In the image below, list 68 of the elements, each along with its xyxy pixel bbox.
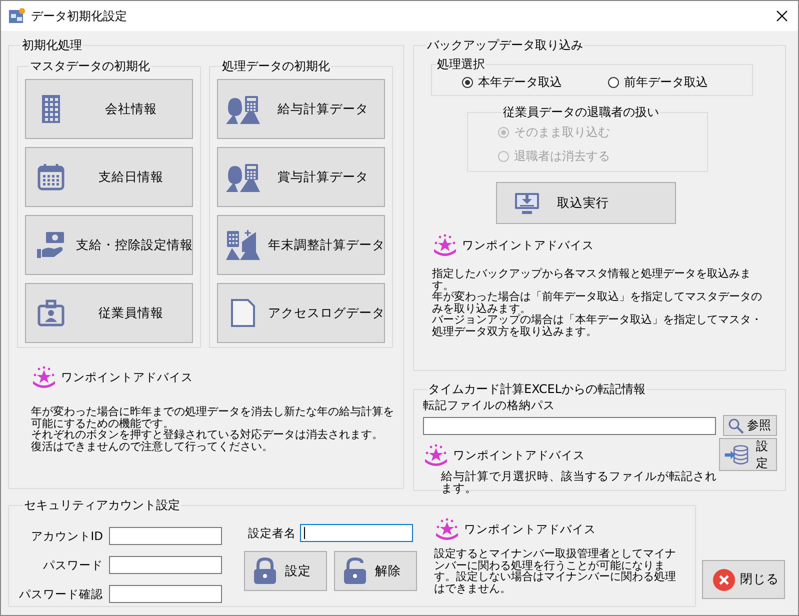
init-button[interactable]: 支給・控除設定情報	[25, 215, 193, 275]
money-bags-icon	[226, 162, 260, 192]
group-title: セキュリティアカウント設定	[23, 497, 181, 514]
group-title: バックアップデータ取り込み	[426, 37, 584, 54]
init-button[interactable]: アクセスログデータ	[217, 283, 385, 343]
close-icon	[713, 568, 735, 590]
browse-button[interactable]: 参照	[723, 415, 777, 436]
init-button[interactable]: 給与計算データ	[217, 79, 385, 139]
input-field[interactable]	[300, 524, 413, 542]
close-icon[interactable]	[776, 10, 788, 22]
input-field[interactable]	[109, 585, 222, 603]
open-padlock-icon	[343, 557, 367, 585]
calculator-bags-icon	[226, 230, 260, 260]
id-badge-icon	[37, 299, 65, 327]
init-button[interactable]: 支給日情報	[25, 147, 193, 207]
radio-option[interactable]: 前年データ取込	[608, 73, 708, 91]
field-label: パスワード確認	[19, 586, 103, 602]
field-label: アカウントID	[30, 528, 103, 544]
advice-text: 指定したバックアップから各マスタ情報と処理データを取込みます。	[432, 268, 752, 292]
input-field[interactable]	[109, 527, 222, 545]
lock-button[interactable]: 解除	[334, 551, 417, 591]
init-button[interactable]: 従業員情報	[25, 283, 193, 343]
star-badge-icon	[432, 234, 458, 256]
import-button[interactable]: 取込実行	[496, 182, 676, 224]
advice-text: 設定するとマイナンバー取扱管理者としてマイナンバーに関わる処理を行うことが可能になります。設定しない場合はマイナンバーに関わる処理はできません。	[434, 548, 677, 594]
group-title: 初期化処理	[21, 37, 83, 54]
group-title: 処理データの初期化	[221, 58, 331, 75]
monitor-download-icon	[514, 190, 540, 216]
advice-text: バージョンアップの場合は「本年データ取込」を指定してマスタ・処理データ双方を取り込みます。	[432, 314, 762, 338]
field-label: 転記ファイルの格納パス	[423, 398, 555, 412]
advice-text: 給与計算で月選択時、該当するファイルが転記されます。	[441, 470, 718, 494]
path-field[interactable]	[423, 416, 716, 434]
input-field[interactable]	[109, 556, 222, 574]
group-title: 処理選択	[436, 56, 486, 73]
init-button[interactable]: 年末調整計算データ	[217, 215, 385, 275]
hand-money-icon	[36, 231, 66, 259]
star-badge-icon	[31, 366, 57, 388]
field-label: パスワード	[42, 558, 103, 572]
app-icon	[9, 8, 25, 24]
advice-text: 年が変わった場合に昨年までの処理データを消去し新たな年の給与計算を可能にするための機能です。	[31, 406, 395, 430]
radio-option[interactable]: 本年データ取込	[462, 73, 562, 91]
group-title: タイムカード計算EXCELからの転記情報	[427, 381, 647, 398]
star-badge-icon	[434, 518, 460, 540]
advice-text: 年が変わった場合は「前年データ取込」を指定してマスタデータのみを取り込みます。	[432, 291, 762, 314]
search-icon	[728, 418, 744, 434]
advice-title: ワンポイントアドバイス	[453, 448, 585, 462]
window-title: データ初期化設定	[31, 8, 128, 24]
radio-circle[interactable]	[608, 76, 619, 88]
padlock-icon	[253, 557, 277, 585]
advice-title: ワンポイントアドバイス	[462, 238, 594, 252]
advice-text: それぞれのボタンを押すと登録されている対応データは消去されます。	[31, 429, 384, 441]
money-bags-icon	[226, 94, 260, 124]
calendar-icon	[37, 163, 65, 191]
init-button[interactable]: 賞与計算データ	[217, 147, 385, 207]
close-button[interactable]: 閉じる	[702, 560, 785, 599]
init-button[interactable]: 会社情報	[25, 79, 193, 139]
group-title: 従業員データの退職者の扱い	[502, 104, 660, 121]
star-badge-icon	[423, 444, 449, 466]
advice-text: 復活はできませんので注意して行ってください。	[31, 440, 274, 452]
advice-title: ワンポイントアドバイス	[61, 370, 193, 384]
advice-title: ワンポイントアドバイス	[464, 522, 596, 536]
settings-button[interactable]: 設定	[718, 438, 777, 471]
group-title: マスタデータの初期化	[29, 58, 151, 75]
log-file-icon	[230, 298, 256, 328]
lock-button[interactable]: 設定	[244, 551, 327, 591]
field-label: 設定者名	[248, 526, 296, 540]
radio-circle[interactable]	[462, 76, 473, 88]
building-icon	[40, 95, 62, 123]
